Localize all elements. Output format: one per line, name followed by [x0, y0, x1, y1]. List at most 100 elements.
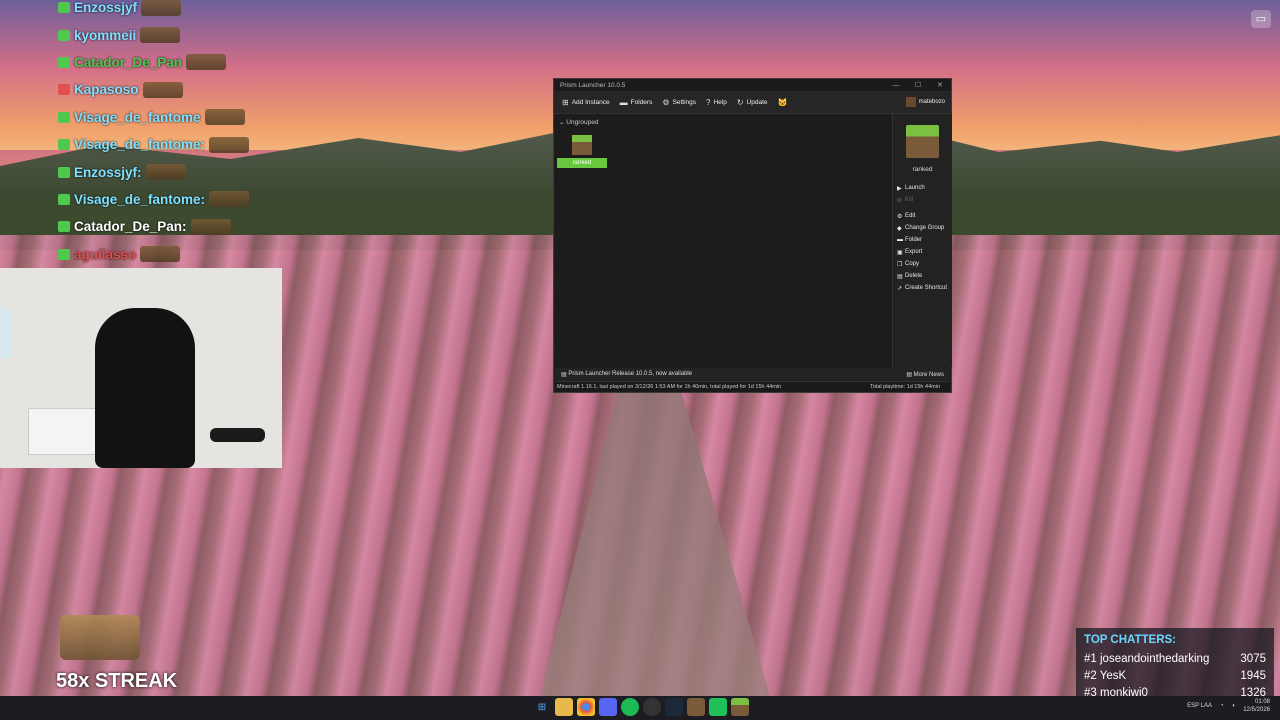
language-indicator[interactable]: ESP LAA — [1187, 703, 1212, 709]
chat-user: Catador_De_Pan — [74, 54, 183, 70]
instance-actions: ▶ Launch ⊗ Kill ⚙ Edit ◆ Change Group ▬ Folde… — [897, 182, 947, 294]
help-button[interactable]: ? Help — [706, 98, 727, 107]
instance-icon[interactable] — [906, 125, 939, 158]
status-bar: Minecraft 1.16.1, last played on 3/12/26… — [555, 381, 950, 392]
panel-toggle-icon[interactable]: ▭ — [1251, 10, 1271, 28]
discord-icon[interactable] — [599, 698, 617, 716]
prism-launcher-icon[interactable] — [731, 698, 749, 716]
gear-icon: ⚙ — [662, 97, 670, 107]
chat-user: Visage_de_fantome: — [74, 137, 206, 153]
volume-icon[interactable]: ◖ — [1232, 703, 1236, 709]
chat-user: Enzossjyf: — [74, 164, 142, 180]
chatter-rank: #2 — [1084, 669, 1097, 682]
kill-button[interactable]: ⊗ Kill — [897, 194, 947, 206]
export-icon: ▣ — [897, 249, 903, 256]
badge-icon — [58, 193, 70, 205]
cat-button[interactable]: 🐱 — [778, 98, 788, 107]
folder-button[interactable]: ▬ Folder — [897, 234, 947, 246]
change-group-button[interactable]: ◆ Change Group — [897, 222, 947, 234]
launch-label: Launch — [905, 185, 925, 191]
kill-icon: ⊗ — [897, 197, 903, 204]
edit-icon: ⚙ — [897, 213, 903, 220]
change-group-label: Change Group — [905, 225, 945, 231]
folder-label: Folder — [905, 237, 923, 243]
export-label: Export — [905, 249, 923, 255]
launch-button[interactable]: ▶ Launch — [897, 182, 947, 194]
instance-view[interactable]: ⌄ Ungrouped ranked — [555, 114, 892, 367]
chat-line: Kapasoso — [58, 76, 298, 103]
minimize-icon[interactable]: — — [885, 82, 907, 89]
maximize-icon[interactable]: ☐ — [907, 81, 929, 89]
chatter-rank: #1 — [1084, 652, 1097, 665]
badge-icon — [58, 166, 70, 178]
refresh-icon: ↻ — [736, 97, 744, 107]
chat-line: Visage_de_fantome: — [58, 131, 298, 158]
settings-button[interactable]: ⚙ Settings — [662, 98, 696, 107]
obs-icon[interactable] — [643, 698, 661, 716]
cam-bottle — [0, 308, 12, 358]
more-news-label: More News — [913, 371, 944, 378]
emote-icon — [190, 218, 231, 235]
settings-label: Settings — [672, 98, 697, 106]
chat-line: kyommeii — [58, 21, 298, 48]
launcher-toolbar: ⊞ Add Instance ▬ Folders ⚙ Settings ? Help ↻… — [554, 91, 951, 114]
chat-line: Enzossjyf — [58, 0, 298, 21]
account-button[interactable]: matebozo — [905, 97, 945, 107]
edit-button[interactable]: ⚙ Edit — [897, 210, 947, 222]
folders-button[interactable]: ▬ Folders — [620, 98, 653, 107]
clock[interactable]: 01:08 12/5/2026 — [1243, 698, 1270, 714]
app-green-icon[interactable] — [709, 698, 727, 716]
edit-label: Edit — [905, 213, 916, 219]
chatter-name: YesK — [1099, 669, 1127, 682]
chat-user: Catador_De_Pan: — [74, 219, 187, 235]
chrome-icon[interactable] — [577, 698, 595, 716]
emote-icon — [186, 54, 227, 71]
title-bar[interactable]: Prism Launcher 10.0.5 — ☐ ✕ — [554, 79, 951, 91]
more-news-button[interactable]: ▤ More News — [906, 371, 944, 378]
account-name: matebozo — [918, 99, 945, 105]
create-shortcut-button[interactable]: ↗ Create Shortcut — [897, 282, 947, 294]
emote-icon — [204, 109, 245, 126]
chat-user: Enzossjyf — [74, 0, 138, 16]
instance-ranked[interactable]: ranked — [557, 158, 607, 168]
copy-button[interactable]: ❐ Copy — [897, 258, 947, 270]
instance-group-header[interactable]: ⌄ Ungrouped — [559, 118, 598, 126]
date: 12/5/2026 — [1243, 707, 1270, 713]
wifi-icon[interactable]: ◔ — [1220, 703, 1224, 709]
update-button[interactable]: ↻ Update — [737, 98, 768, 107]
news-link[interactable]: Prism Launcher Release 10.0.5, now avail… — [568, 371, 692, 377]
folder-icon: ▬ — [619, 97, 628, 107]
export-button[interactable]: ▣ Export — [897, 246, 947, 258]
chat-line: Visage_de_fantome: — [58, 186, 298, 213]
chatter-name: joseandointhedarking — [1100, 652, 1210, 665]
delete-label: Delete — [905, 273, 923, 279]
top-chatter-row: #2 YesK 1945 — [1084, 667, 1266, 684]
taskbar-apps: ⊞ — [533, 698, 749, 716]
grass-block-icon[interactable] — [572, 135, 592, 155]
add-icon: ⊞ — [562, 97, 569, 107]
start-icon[interactable]: ⊞ — [533, 698, 551, 716]
copy-label: Copy — [905, 261, 920, 267]
help-icon: ? — [706, 97, 711, 107]
chatter-count: 1945 — [1240, 669, 1266, 682]
badge-icon — [58, 84, 70, 96]
kill-label: Kill — [905, 197, 914, 203]
spotify-icon[interactable] — [621, 698, 639, 716]
chat-line: Catador_De_Pan: — [58, 213, 298, 240]
instance-name: ranked — [912, 166, 933, 173]
chat-line: Visage_de_fantome — [58, 104, 298, 131]
streak-emote-icon — [60, 615, 140, 660]
streak-counter: 58x STREAK — [56, 670, 178, 692]
add-instance-button[interactable]: ⊞ Add Instance — [562, 98, 610, 107]
chat-user: Kapasoso — [74, 82, 139, 98]
badge-icon — [58, 111, 70, 123]
window-title: Prism Launcher 10.0.5 — [560, 81, 626, 89]
launcher-window: Prism Launcher 10.0.5 — ☐ ✕ ⊞ Add Instanc… — [553, 78, 952, 393]
folders-label: Folders — [630, 98, 653, 106]
file-explorer-icon[interactable] — [555, 698, 573, 716]
steam-icon[interactable] — [665, 698, 683, 716]
taskbar: ⊞ ESP LAA ◔ ◖ 01:08 12/5/2026 — [0, 696, 1280, 720]
delete-button[interactable]: ▤ Delete — [897, 270, 947, 282]
close-icon[interactable]: ✕ — [929, 81, 951, 89]
minecraft-icon[interactable] — [687, 698, 705, 716]
